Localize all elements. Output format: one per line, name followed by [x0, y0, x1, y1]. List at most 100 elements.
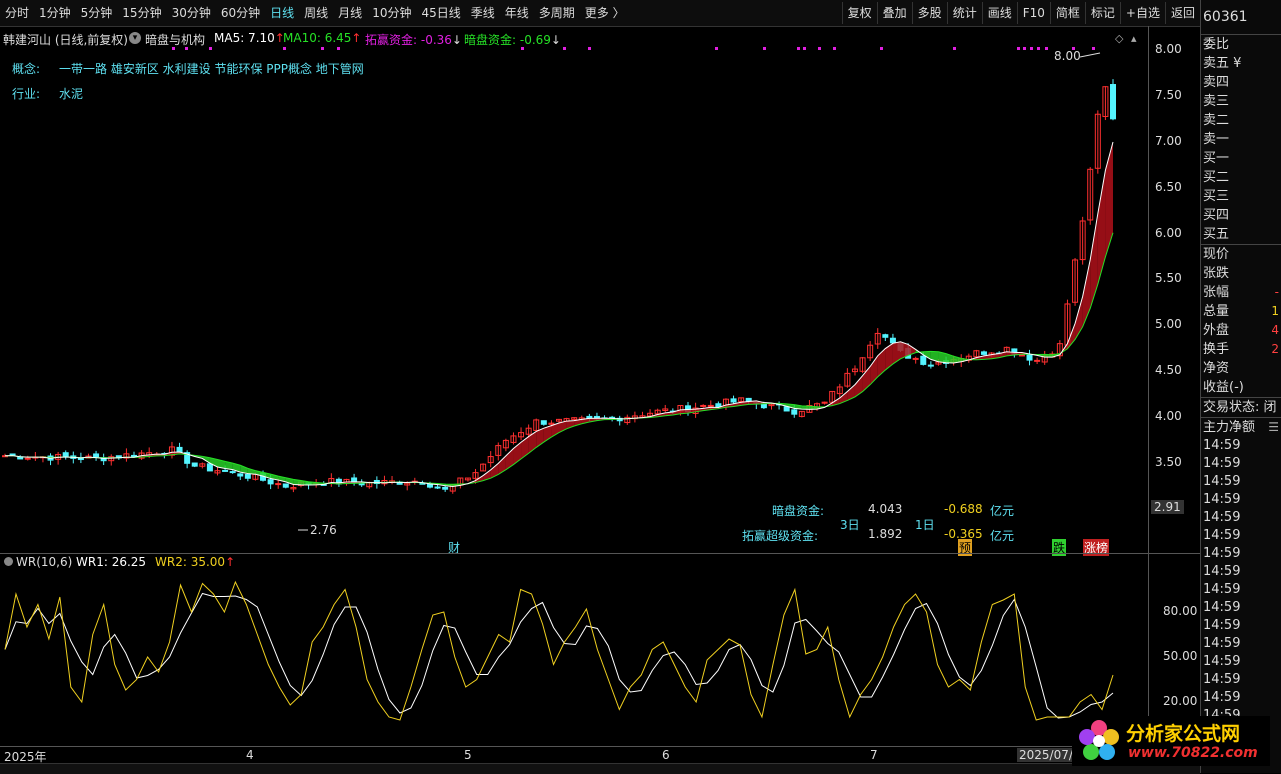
main-flow-header[interactable]: 主力净额☰: [1201, 417, 1281, 437]
stat-key: 现价: [1203, 247, 1229, 262]
period-tab-5[interactable]: 60分钟: [216, 2, 265, 24]
period-tab-2[interactable]: 5分钟: [76, 2, 118, 24]
price-tick: 7.50: [1155, 88, 1182, 102]
ma5-line: [5, 142, 1113, 486]
period-tab-13[interactable]: 多周期: [534, 2, 580, 24]
signal-dot: [797, 47, 800, 50]
price-tick: 7.00: [1155, 134, 1182, 148]
wr1-line: [5, 594, 1113, 719]
signal-dot: [1045, 47, 1048, 50]
period-tab-3[interactable]: 15分钟: [117, 2, 166, 24]
price-tick: 8.00: [1155, 42, 1182, 56]
toolbar-button-5[interactable]: F10: [1017, 2, 1050, 24]
order-book-row: 卖一: [1201, 130, 1281, 149]
toolbar-right-buttons: 复权叠加多股统计画线F10简框标记+自选返回: [842, 0, 1200, 26]
signal-dot: [1030, 47, 1033, 50]
stock-code[interactable]: 60361: [1201, 0, 1281, 35]
toolbar-button-1[interactable]: 叠加: [877, 2, 912, 24]
signal-dot: [321, 47, 324, 50]
price-tick: 4.50: [1155, 363, 1182, 377]
stat-key: 换手: [1203, 342, 1229, 357]
toolbar-button-8[interactable]: +自选: [1120, 2, 1165, 24]
signal-dot: [588, 47, 591, 50]
time-label: 2025/07/: [1017, 748, 1075, 762]
tick-time: 14:59: [1201, 473, 1281, 491]
high-leader-line: [1080, 53, 1100, 57]
period-tab-7[interactable]: 周线: [299, 2, 333, 24]
candle-body: [1035, 360, 1040, 361]
toolbar-button-6[interactable]: 简框: [1050, 2, 1085, 24]
wr-indicator-chart[interactable]: [0, 554, 1148, 746]
signal-dot: [803, 47, 806, 50]
period-tab-0[interactable]: 分时: [0, 2, 34, 24]
stat-key: 张幅: [1203, 285, 1229, 300]
toolbar-button-2[interactable]: 多股: [912, 2, 947, 24]
signal-dot: [1023, 47, 1026, 50]
stat-value: 1: [1271, 302, 1279, 321]
stat-value: 4: [1271, 321, 1279, 340]
order-book-row: 买一: [1201, 149, 1281, 168]
period-tab-1[interactable]: 1分钟: [34, 2, 76, 24]
toolbar-button-4[interactable]: 画线: [982, 2, 1017, 24]
order-book-row: 委比: [1201, 35, 1281, 54]
toolbar-button-7[interactable]: 标记: [1085, 2, 1120, 24]
low-price-label: 2.76: [310, 523, 337, 537]
stat-row: 总量1: [1201, 302, 1281, 321]
tick-time: 14:59: [1201, 545, 1281, 563]
period-tabs: 分时1分钟5分钟15分钟30分钟60分钟日线周线月线10分钟45日线季线年线多周…: [0, 2, 630, 24]
period-tab-4[interactable]: 30分钟: [167, 2, 216, 24]
candle-body: [276, 484, 281, 485]
tick-time: 14:59: [1201, 491, 1281, 509]
period-tab-10[interactable]: 45日线: [416, 2, 465, 24]
candle-body: [890, 338, 895, 343]
bottom-tab-strip[interactable]: [0, 763, 1200, 774]
candle-body: [443, 487, 448, 489]
period-toolbar: 分时1分钟5分钟15分钟30分钟60分钟日线周线月线10分钟45日线季线年线多周…: [0, 0, 1200, 27]
period-tab-8[interactable]: 月线: [333, 2, 367, 24]
signal-dot: [521, 47, 524, 50]
price-tick: 6.00: [1155, 226, 1182, 240]
candlestick-chart[interactable]: [0, 26, 1200, 554]
stat-row: 现价: [1201, 245, 1281, 264]
price-tick: 6.50: [1155, 180, 1182, 194]
signal-dot: [283, 47, 286, 50]
quote-stats: 现价张跌张幅-总量1外盘4换手2净资收益(-): [1201, 244, 1281, 397]
stat-key: 收益(-): [1203, 380, 1244, 395]
toolbar-button-0[interactable]: 复权: [842, 2, 877, 24]
tick-time: 14:59: [1201, 617, 1281, 635]
price-tick: 3.50: [1155, 455, 1182, 469]
candle-body: [223, 470, 228, 471]
period-tab-14[interactable]: 更多 〉: [580, 2, 630, 24]
tick-time: 14:59: [1201, 527, 1281, 545]
period-tab-9[interactable]: 10分钟: [367, 2, 416, 24]
anpan-flow-label: 暗盘资金:: [772, 502, 824, 519]
main-flow-menu-icon[interactable]: ☰: [1268, 418, 1279, 437]
candle-body: [913, 358, 918, 359]
wr-tick: 80.00: [1163, 604, 1197, 618]
candle-body: [981, 352, 986, 355]
candle-body: [1027, 354, 1032, 360]
candle-body: [192, 463, 197, 466]
candle-body: [63, 453, 68, 457]
toolbar-button-9[interactable]: 返回: [1165, 2, 1200, 24]
period-tab-12[interactable]: 年线: [500, 2, 534, 24]
candle-body: [207, 464, 212, 471]
toolbar-button-3[interactable]: 统计: [947, 2, 982, 24]
period-tab-6[interactable]: 日线: [265, 2, 299, 24]
stat-key: 张跌: [1203, 266, 1229, 281]
tick-time: 14:59: [1201, 671, 1281, 689]
candle-body: [541, 421, 546, 425]
signal-dot: [880, 47, 883, 50]
candle-body: [921, 356, 926, 364]
ma-ribbon: [5, 142, 1113, 486]
period-tab-11[interactable]: 季线: [466, 2, 500, 24]
candle-body: [731, 399, 736, 402]
tick-times: 14:5914:5914:5914:5914:5914:5914:5914:59…: [1201, 437, 1281, 761]
stat-value: 2: [1271, 340, 1279, 359]
candle-body: [283, 484, 288, 487]
trade-state: 交易状态: 闭: [1201, 397, 1281, 417]
tick-time: 14:59: [1201, 635, 1281, 653]
signal-dot: [1017, 47, 1020, 50]
signal-dot: [818, 47, 821, 50]
candle-body: [177, 447, 182, 451]
